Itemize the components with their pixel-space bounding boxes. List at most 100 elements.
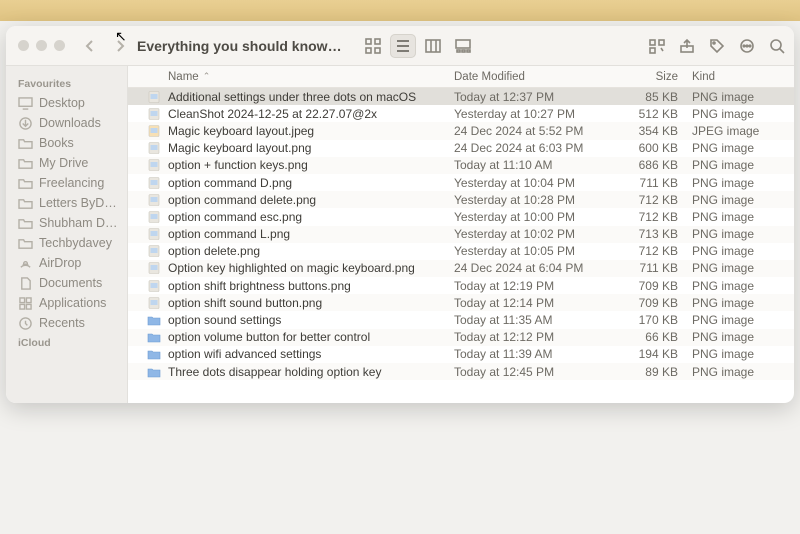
file-name: option shift sound button.png bbox=[168, 296, 454, 310]
file-kind: PNG image bbox=[692, 107, 794, 121]
file-size: 712 KB bbox=[612, 210, 692, 224]
column-headers: Name⌃ Date Modified Size Kind bbox=[128, 66, 794, 88]
file-type-icon bbox=[146, 107, 162, 120]
back-button[interactable] bbox=[83, 39, 97, 53]
file-date: 24 Dec 2024 at 5:52 PM bbox=[454, 124, 612, 138]
window-title: Everything you should know… bbox=[137, 38, 356, 54]
file-row[interactable]: Option key highlighted on magic keyboard… bbox=[128, 260, 794, 277]
file-type-icon bbox=[146, 262, 162, 275]
file-name: Additional settings under three dots on … bbox=[168, 90, 454, 104]
file-row[interactable]: CleanShot 2024-12-25 at 22.27.07@2xYeste… bbox=[128, 105, 794, 122]
file-name: option shift brightness buttons.png bbox=[168, 279, 454, 293]
file-type-icon bbox=[146, 142, 162, 155]
file-kind: PNG image bbox=[692, 141, 794, 155]
list-view-button[interactable] bbox=[390, 34, 416, 58]
sidebar-item[interactable]: Documents bbox=[12, 273, 121, 293]
file-kind: PNG image bbox=[692, 210, 794, 224]
file-row[interactable]: option volume button for better controlT… bbox=[128, 329, 794, 346]
search-button[interactable] bbox=[764, 34, 790, 58]
file-row[interactable]: option shift sound button.pngToday at 12… bbox=[128, 294, 794, 311]
file-date: Today at 12:12 PM bbox=[454, 330, 612, 344]
file-row[interactable]: option sound settingsToday at 11:35 AM17… bbox=[128, 311, 794, 328]
file-name: option delete.png bbox=[168, 244, 454, 258]
close-button[interactable] bbox=[18, 40, 29, 51]
traffic-lights bbox=[6, 40, 77, 51]
file-kind: PNG image bbox=[692, 90, 794, 104]
zoom-button[interactable] bbox=[54, 40, 65, 51]
file-type-icon bbox=[146, 279, 162, 292]
file-row[interactable]: Additional settings under three dots on … bbox=[128, 88, 794, 105]
file-type-icon bbox=[146, 90, 162, 103]
sidebar-item[interactable]: Letters ByD… bbox=[12, 193, 121, 213]
file-kind: PNG image bbox=[692, 279, 794, 293]
sidebar-item-label: Books bbox=[39, 136, 74, 150]
file-row[interactable]: option wifi advanced settingsToday at 11… bbox=[128, 346, 794, 363]
column-header-date[interactable]: Date Modified bbox=[454, 71, 612, 83]
file-date: Today at 12:45 PM bbox=[454, 365, 612, 379]
sidebar-item[interactable]: Books bbox=[12, 133, 121, 153]
sidebar-item-label: Letters ByD… bbox=[39, 196, 117, 210]
folder-icon bbox=[18, 217, 33, 230]
downloads-icon bbox=[18, 117, 33, 130]
file-kind: PNG image bbox=[692, 227, 794, 241]
file-row[interactable]: option + function keys.pngToday at 11:10… bbox=[128, 157, 794, 174]
sidebar-item[interactable]: Shubham D… bbox=[12, 213, 121, 233]
file-date: Today at 11:10 AM bbox=[454, 158, 612, 172]
file-row[interactable]: option command delete.pngYesterday at 10… bbox=[128, 191, 794, 208]
file-date: Yesterday at 10:00 PM bbox=[454, 210, 612, 224]
sidebar-item[interactable]: Desktop bbox=[12, 93, 121, 113]
file-row[interactable]: Magic keyboard layout.jpeg24 Dec 2024 at… bbox=[128, 122, 794, 139]
file-type-icon bbox=[146, 124, 162, 137]
file-date: Yesterday at 10:27 PM bbox=[454, 107, 612, 121]
sidebar-item[interactable]: Recents bbox=[12, 313, 121, 333]
share-button[interactable] bbox=[674, 34, 700, 58]
column-header-name[interactable]: Name⌃ bbox=[128, 71, 454, 83]
file-date: Today at 11:35 AM bbox=[454, 313, 612, 327]
sidebar-item[interactable]: My Drive bbox=[12, 153, 121, 173]
column-view-button[interactable] bbox=[420, 34, 446, 58]
file-kind: PNG image bbox=[692, 313, 794, 327]
minimize-button[interactable] bbox=[36, 40, 47, 51]
file-size: 712 KB bbox=[612, 193, 692, 207]
file-row[interactable]: Three dots disappear holding option keyT… bbox=[128, 363, 794, 380]
icon-view-button[interactable] bbox=[360, 34, 386, 58]
sidebar-item[interactable]: Freelancing bbox=[12, 173, 121, 193]
sidebar-item[interactable]: Techbydavey bbox=[12, 233, 121, 253]
file-size: 600 KB bbox=[612, 141, 692, 155]
gallery-view-button[interactable] bbox=[450, 34, 476, 58]
airdrop-icon bbox=[18, 257, 33, 270]
sidebar-item[interactable]: Downloads bbox=[12, 113, 121, 133]
file-row[interactable]: option delete.pngYesterday at 10:05 PM71… bbox=[128, 243, 794, 260]
file-row[interactable]: option command D.pngYesterday at 10:04 P… bbox=[128, 174, 794, 191]
forward-button[interactable] bbox=[113, 39, 127, 53]
more-menu-button[interactable] bbox=[734, 34, 760, 58]
sidebar-section-header: Favourites bbox=[12, 74, 121, 93]
sidebar-item-label: Applications bbox=[39, 296, 106, 310]
column-header-size[interactable]: Size bbox=[612, 71, 692, 83]
file-row[interactable]: option shift brightness buttons.pngToday… bbox=[128, 277, 794, 294]
sort-caret-icon: ⌃ bbox=[203, 71, 211, 82]
file-rows[interactable]: Additional settings under three dots on … bbox=[128, 88, 794, 403]
file-kind: PNG image bbox=[692, 244, 794, 258]
macos-menubar[interactable] bbox=[0, 0, 800, 21]
file-row[interactable]: Magic keyboard layout.png24 Dec 2024 at … bbox=[128, 140, 794, 157]
file-size: 354 KB bbox=[612, 124, 692, 138]
sidebar-item[interactable]: Applications bbox=[12, 293, 121, 313]
file-name: option wifi advanced settings bbox=[168, 347, 454, 361]
column-header-kind[interactable]: Kind bbox=[692, 71, 794, 83]
apps-icon bbox=[18, 297, 33, 310]
file-type-icon bbox=[146, 228, 162, 241]
folder-icon bbox=[18, 157, 33, 170]
group-menu-button[interactable] bbox=[644, 34, 670, 58]
file-name: option command delete.png bbox=[168, 193, 454, 207]
file-row[interactable]: option command L.pngYesterday at 10:02 P… bbox=[128, 226, 794, 243]
file-kind: PNG image bbox=[692, 347, 794, 361]
sidebar-item-label: Recents bbox=[39, 316, 85, 330]
sidebar-item[interactable]: AirDrop bbox=[12, 253, 121, 273]
folder-icon bbox=[18, 177, 33, 190]
file-type-icon bbox=[146, 210, 162, 223]
file-row[interactable]: option command esc.pngYesterday at 10:00… bbox=[128, 208, 794, 225]
file-type-icon bbox=[146, 348, 162, 361]
tag-button[interactable] bbox=[704, 34, 730, 58]
file-size: 713 KB bbox=[612, 227, 692, 241]
